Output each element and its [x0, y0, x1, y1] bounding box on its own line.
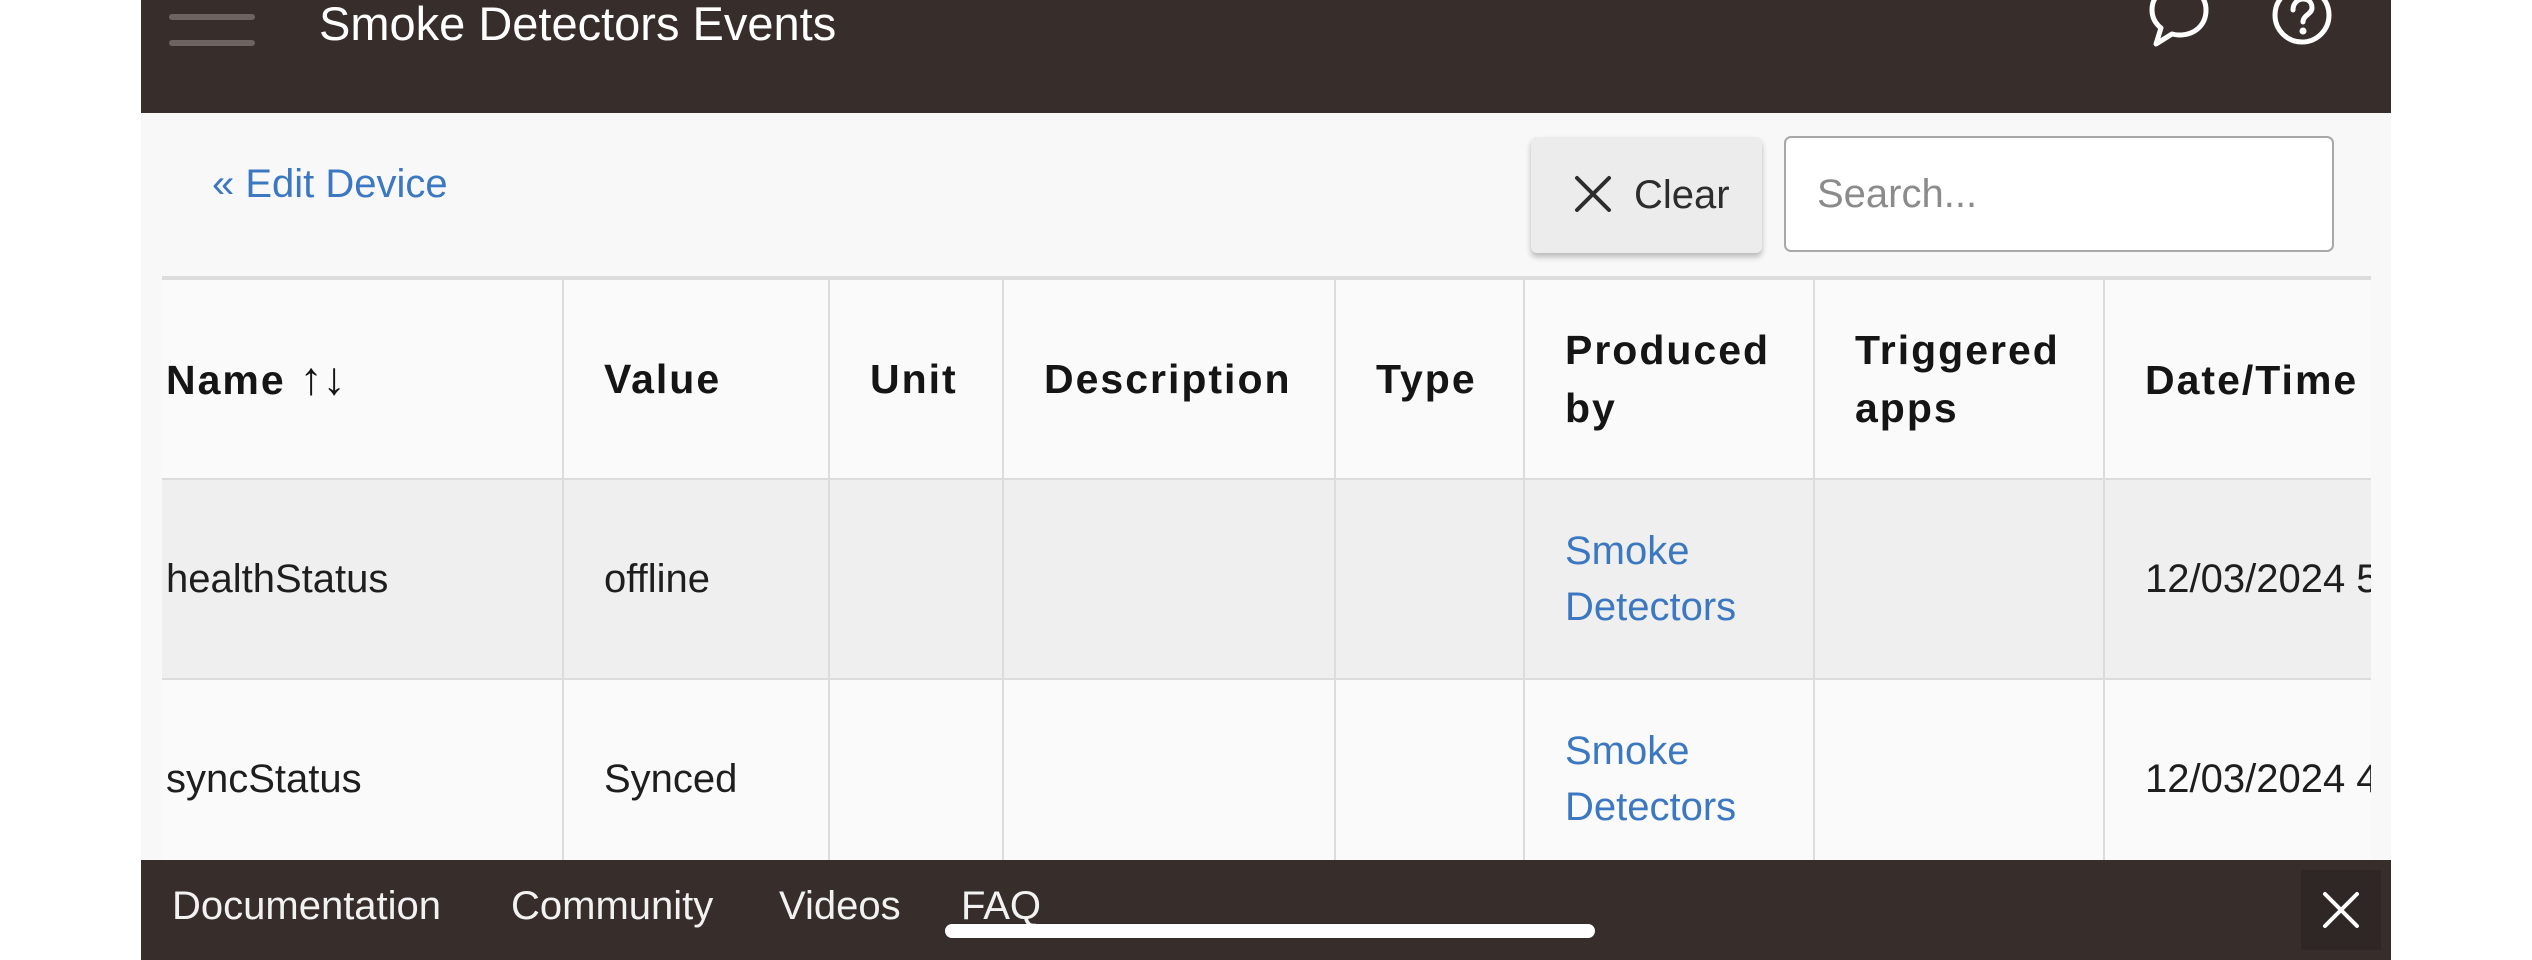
cell-produced-by: Smoke Detectors — [1523, 478, 1815, 680]
column-header-produced-by[interactable]: Produced by — [1523, 278, 1815, 480]
footer-link-faq[interactable]: FAQ — [961, 882, 1041, 930]
column-header-description[interactable]: Description — [1002, 278, 1336, 480]
footer-link-videos[interactable]: Videos — [779, 882, 901, 930]
edit-device-link[interactable]: « Edit Device — [212, 160, 448, 208]
footer-link-documentation[interactable]: Documentation — [172, 882, 441, 930]
table-row: syncStatus Synced Smoke Detectors 12/03/… — [162, 678, 2371, 880]
cell-type — [1334, 678, 1525, 880]
cell-type — [1334, 478, 1525, 680]
cell-date-time: 12/03/2024 5: — [2103, 478, 2371, 680]
app-panel: Smoke Detectors Events « Edit Device Cle… — [141, 0, 2391, 960]
cell-name: healthStatus — [162, 478, 564, 680]
page-title: Smoke Detectors Events — [319, 0, 837, 50]
table-header-row: Name ↑↓ Value Unit Description Type Produ… — [162, 278, 2371, 480]
cell-name: syncStatus — [162, 678, 564, 880]
cell-description — [1002, 678, 1336, 880]
search-input[interactable] — [1784, 136, 2334, 252]
events-table: Name ↑↓ Value Unit Description Type Produ… — [162, 276, 2371, 960]
cell-triggered-apps — [1813, 678, 2105, 880]
cell-unit — [828, 478, 1004, 680]
column-header-value[interactable]: Value — [562, 278, 830, 480]
cell-value: offline — [562, 478, 830, 680]
produced-by-link[interactable]: Smoke Detectors — [1565, 529, 1736, 629]
cell-produced-by: Smoke Detectors — [1523, 678, 1815, 880]
cell-unit — [828, 678, 1004, 880]
footer-bar: Documentation Community Videos FAQ — [141, 860, 2391, 960]
cell-description — [1002, 478, 1336, 680]
sort-icon[interactable]: ↑↓ — [300, 352, 346, 404]
footer-link-community[interactable]: Community — [511, 882, 713, 930]
produced-by-link[interactable]: Smoke Detectors — [1565, 729, 1736, 829]
app-header: Smoke Detectors Events — [141, 0, 2391, 113]
column-header-triggered-apps[interactable]: Triggered apps — [1813, 278, 2105, 480]
cell-date-time: 12/03/2024 4: — [2103, 678, 2371, 880]
question-circle-icon[interactable] — [2271, 0, 2333, 48]
column-header-name[interactable]: Name ↑↓ — [162, 278, 564, 480]
chat-bubble-icon[interactable] — [2148, 0, 2210, 48]
hamburger-menu-icon[interactable] — [169, 6, 255, 52]
close-icon — [1575, 176, 1611, 212]
column-header-date-time[interactable]: Date/Time↑ — [2103, 278, 2371, 480]
clear-button[interactable]: Clear — [1531, 137, 1762, 253]
column-header-unit[interactable]: Unit — [828, 278, 1004, 480]
column-header-type[interactable]: Type — [1334, 278, 1525, 480]
footer-close-button[interactable] — [2301, 870, 2381, 950]
clear-button-label: Clear — [1634, 173, 1730, 217]
cell-triggered-apps — [1813, 478, 2105, 680]
cell-value: Synced — [562, 678, 830, 880]
close-icon — [2323, 892, 2359, 928]
table-row: healthStatus offline Smoke Detectors 12/… — [162, 478, 2371, 680]
home-indicator[interactable] — [945, 924, 1595, 938]
